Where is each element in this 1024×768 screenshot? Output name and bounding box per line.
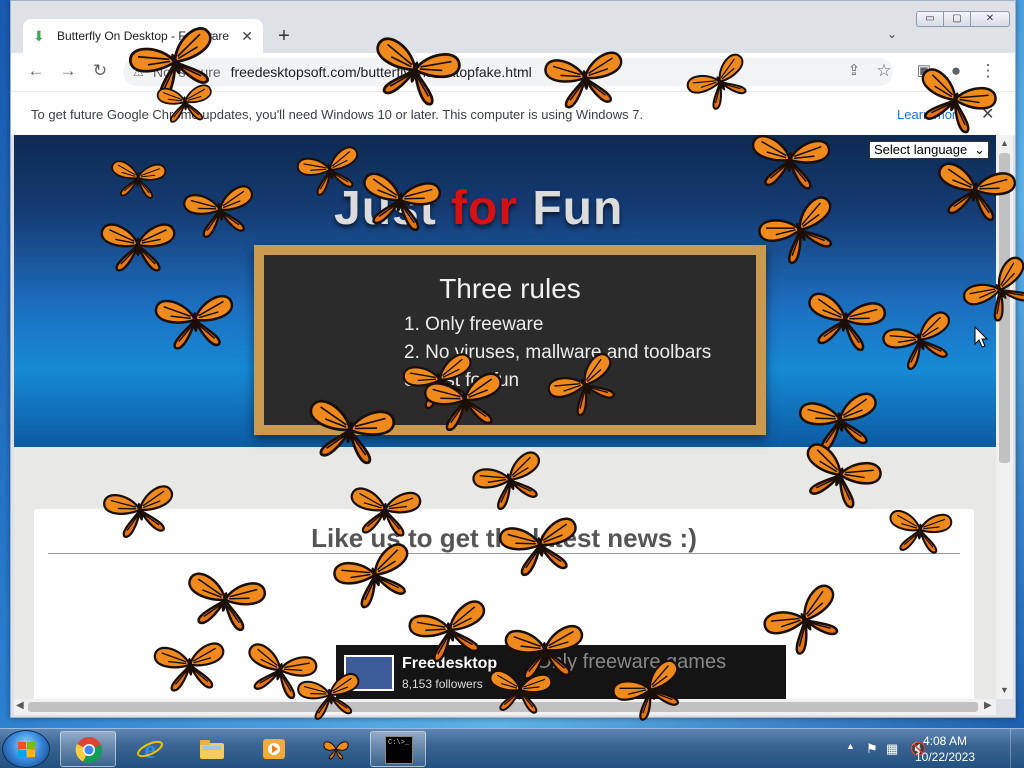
taskbar: e C:\>_ ▲ ⚑ ▦ 🔇 4:08 AM 10/22/2023 [0,728,1024,768]
clock-time: 4:08 AM [922,734,968,748]
language-select[interactable]: Select language ⌄ [869,141,989,159]
rules-list: 1. Only freeware 2. No viruses, mallware… [404,311,711,395]
logo-fun: Fun [518,182,624,235]
close-window-button[interactable]: ✕ [970,11,1010,27]
hero-banner: Select language ⌄ Just for Fun Three rul… [14,135,996,447]
rule-item: 2. No viruses, mallware and toolbars [404,342,712,363]
scroll-down-icon[interactable]: ▼ [1000,685,1009,695]
tab-close-icon[interactable]: ✕ [241,28,253,45]
show-desktop-button[interactable] [1010,729,1024,768]
side-panel-icon[interactable]: ▣ [913,61,935,79]
clock[interactable]: 4:08 AM 10/22/2023 [900,733,990,765]
menu-kebab-icon[interactable]: ⋮ [977,61,999,81]
web-page: Select language ⌄ Just for Fun Three rul… [14,135,996,699]
action-center-icon[interactable]: ⚑ [866,741,878,757]
browser-window: ⬇ Butterfly On Desktop - Freeware ✕ + ⌄ … [10,0,1016,718]
url-text: freedesktopsoft.com/butterflyondesktopfa… [230,64,532,80]
start-button[interactable] [2,730,50,768]
cmd-icon: C:\>_ [385,736,413,764]
infobar-close-icon[interactable]: ✕ [981,104,994,124]
reload-icon[interactable]: ↻ [89,61,111,81]
explorer-icon [200,740,224,759]
clock-date: 10/22/2023 [914,750,976,764]
vertical-scrollbar[interactable]: ▲ ▼ [996,135,1013,699]
taskbar-butterfly-app[interactable] [308,731,364,767]
infobar-message: To get future Google Chrome updates, you… [31,107,644,122]
facebook-page-name[interactable]: Freedesktop [402,655,497,673]
show-hidden-icons-icon[interactable]: ▲ [846,741,855,751]
ie-icon: e [137,735,163,763]
butterfly-icon [323,741,349,760]
rule-item: 3. Just for fun [404,370,520,391]
facebook-page-avatar [344,655,394,691]
taskbar-explorer[interactable] [184,731,240,767]
maximize-button[interactable]: ▢ [943,11,971,27]
warning-icon: ⚠ [133,65,144,79]
chevron-down-icon: ⌄ [974,142,985,157]
news-heading: Like us to get the latest news :) [311,523,697,553]
browser-toolbar: ← → ↻ ⚠ Not secure freedesktopsoft.com/b… [11,53,1015,91]
vertical-scroll-thumb[interactable] [999,153,1010,463]
learn-more-link[interactable]: Learn more [897,107,963,122]
svg-text:e: e [144,735,156,763]
tab-title: Butterfly On Desktop - Freeware [57,29,230,43]
minimize-button[interactable]: ▭ [916,11,944,27]
taskbar-media-player[interactable] [246,731,302,767]
logo-for: for [451,182,519,235]
taskbar-internet-explorer[interactable]: e [122,731,178,767]
mouse-cursor-icon [974,326,988,348]
scroll-right-icon[interactable]: ▶ [984,700,992,711]
divider [48,553,960,554]
language-select-value: Select language [874,142,968,157]
facebook-tagline: Only freeware games [536,651,727,673]
network-icon[interactable]: ▦ [886,741,898,757]
back-icon[interactable]: ← [25,61,47,81]
update-infobar: To get future Google Chrome updates, you… [11,91,1015,135]
bookmark-star-icon[interactable]: ☆ [873,61,895,81]
chalkboard: Three rules 1. Only freeware 2. No virus… [254,245,766,435]
horizontal-scroll-thumb[interactable] [28,702,978,712]
windows-logo-icon [18,742,36,758]
tab-strip: ⬇ Butterfly On Desktop - Freeware ✕ + ⌄ … [11,1,1015,53]
facebook-page-widget[interactable]: Freedesktop 8,153 followers Only freewar… [336,645,786,699]
download-favicon-icon: ⬇ [33,28,45,44]
chrome-icon [75,737,102,763]
horizontal-scrollbar[interactable]: ◀ ▶ [14,699,996,715]
news-panel: Like us to get the latest news :) Freede… [34,509,974,699]
media-player-icon [263,739,285,759]
security-label: Not secure [153,64,221,80]
scroll-up-icon[interactable]: ▲ [1000,138,1009,148]
site-logo: Just for Fun [334,181,623,236]
taskbar-chrome[interactable] [60,731,116,767]
chalkboard-title: Three rules [439,273,581,304]
profile-icon[interactable]: ● [945,61,967,81]
share-icon[interactable]: ⇪ [843,61,865,79]
tab-butterfly[interactable]: ⬇ Butterfly On Desktop - Freeware ✕ [23,19,263,53]
address-bar[interactable]: ⚠ Not secure freedesktopsoft.com/butterf… [123,58,893,86]
logo-just: Just [334,182,452,235]
new-tab-button[interactable]: + [273,25,295,48]
taskbar-cmd[interactable]: C:\>_ [370,731,426,767]
facebook-followers: 8,153 followers [402,677,483,691]
tab-search-icon[interactable]: ⌄ [887,27,897,41]
rule-item: 1. Only freeware [404,314,544,335]
scroll-left-icon[interactable]: ◀ [16,700,24,711]
forward-icon[interactable]: → [57,61,79,81]
